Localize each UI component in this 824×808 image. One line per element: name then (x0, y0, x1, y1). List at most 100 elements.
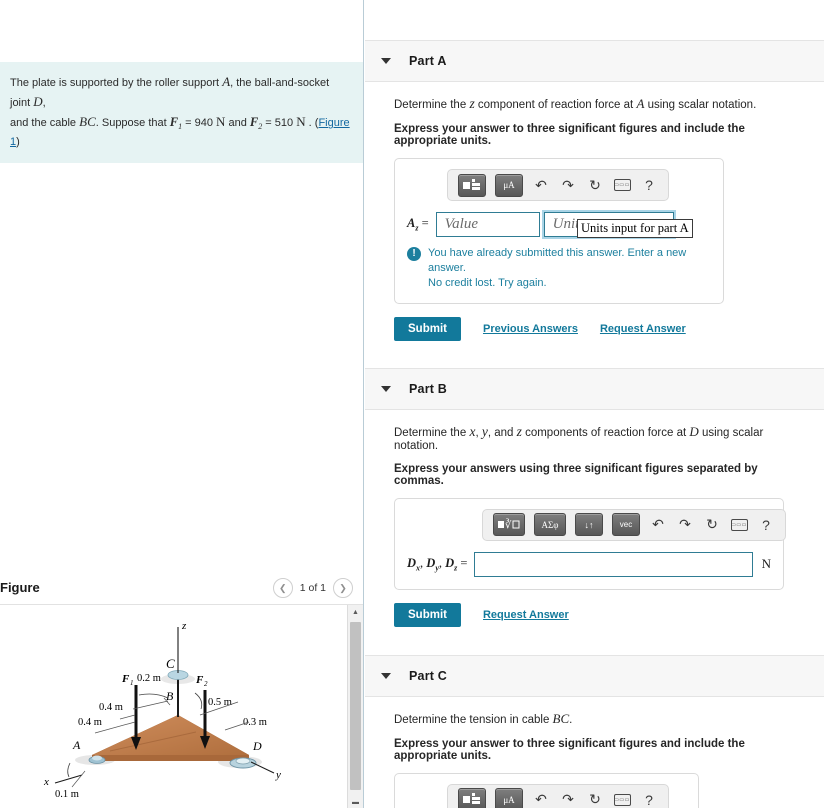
variable-F1: F (169, 115, 179, 130)
figure-scrollbar[interactable]: ▲ ▬ (347, 605, 363, 808)
dim-0-1-m: 0.1 m (55, 789, 79, 800)
keyboard-icon[interactable]: ▭▭▭ (613, 175, 631, 195)
axis-label-x: x (43, 776, 49, 788)
force-label-F2-sub: 2 (204, 680, 208, 688)
figure-navigation: ❮ 1 of 1 ❯ (272, 578, 353, 598)
part-b-header[interactable]: Part B (365, 367, 824, 410)
feedback-line-1: You have already submitted this answer. … (428, 247, 687, 274)
part-a-header[interactable]: Part A (365, 40, 824, 82)
part-a-feedback: ! You have already submitted this answer… (407, 246, 711, 291)
help-label: ? (645, 791, 653, 808)
units-key-label: μA (503, 794, 515, 805)
redo-arrow-icon[interactable]: ↷ (676, 515, 694, 535)
force-label-F1-sub: 1 (130, 679, 134, 687)
part-b-toolbar: ∛ ΑΣφ ↓↑ vec ↶ ↷ ↻ ▭▭▭ ? (482, 508, 786, 541)
prompt-post-text: using scalar notation. (644, 99, 757, 111)
figure-next-button[interactable]: ❯ (333, 578, 353, 598)
axis-label-z: z (181, 620, 187, 632)
problem-text-line1-c: , (42, 97, 46, 110)
part-c-header[interactable]: Part C (365, 654, 824, 697)
caret-down-icon[interactable] (381, 385, 391, 392)
answer-symbol-Dy: D (426, 555, 436, 570)
template-key-icon[interactable] (458, 173, 486, 197)
part-c-instruction: Express your answer to three significant… (394, 737, 745, 762)
units-input-tooltip: Units input for part A (577, 219, 693, 238)
reset-circle-icon[interactable]: ↻ (703, 515, 721, 535)
part-a-previous-answers-link[interactable]: Previous Answers (483, 323, 578, 335)
close-paren: ) (16, 135, 20, 148)
variable-A: A (222, 74, 231, 89)
dim-0-5-m: 0.5 m (208, 697, 232, 708)
keyboard-icon[interactable]: ▭▭▭ (613, 790, 631, 808)
svg-text:∛: ∛ (505, 519, 512, 531)
conjunction-and: and (225, 117, 250, 130)
undo-arrow-icon[interactable]: ↶ (532, 175, 550, 195)
variable-BC: BC (79, 114, 96, 130)
answer-symbol-Dx: D (407, 555, 417, 570)
undo-arrow-icon[interactable]: ↶ (649, 515, 667, 535)
vector-key-icon[interactable]: vec (612, 513, 640, 537)
part-a-value-input[interactable] (435, 212, 540, 237)
scrollbar-thumb[interactable] (350, 622, 361, 790)
problem-text-line2-a: and the cable (10, 117, 80, 130)
free-body-diagram: z C x y F 1 F 2 B A D 0.2 m 0.4 m 0.4 m … (43, 620, 281, 800)
force-label-F2: F (195, 674, 204, 686)
math-template-key-icon[interactable]: ∛ (493, 513, 525, 537)
unit-newton-2: N (296, 114, 306, 130)
part-a-toolbar: μA ↶ ↷ ↻ ▭▭▭ ? (447, 169, 669, 201)
force-label-F1: F (121, 673, 130, 685)
prompt-mid-text: component of reaction force at (474, 99, 637, 111)
part-c-prompt: Determine the tension in cable BC. (394, 711, 808, 727)
prompt-pre-text: Determine the (394, 99, 470, 111)
part-b-answer-input[interactable] (474, 551, 753, 577)
units-key-icon[interactable]: μA (495, 173, 523, 197)
redo-arrow-icon[interactable]: ↷ (559, 790, 577, 808)
dim-0-4-m-upper: 0.4 m (99, 702, 123, 713)
info-exclamation-icon: ! (407, 247, 421, 261)
part-b-submit-button[interactable]: Submit (394, 602, 461, 627)
part-a-submit-button[interactable]: Submit (394, 316, 461, 341)
keyboard-icon[interactable]: ▭▭▭ (730, 515, 748, 535)
help-question-icon[interactable]: ? (640, 175, 658, 195)
part-a-request-answer-link[interactable]: Request Answer (600, 323, 686, 335)
help-question-icon[interactable]: ? (640, 790, 658, 808)
f2-value: = 510 (262, 117, 297, 130)
equals-sign: = (421, 216, 429, 231)
units-key-icon[interactable]: μA (495, 788, 523, 808)
answer-subscript-z: z (454, 563, 458, 573)
part-a-prompt: Determine the z component of reaction fo… (394, 96, 808, 112)
caret-down-icon[interactable] (381, 58, 391, 64)
greek-key-label: ΑΣφ (541, 519, 559, 530)
part-b-prompt: Determine the x, y, and z components of … (394, 424, 808, 452)
arrows-key-icon[interactable]: ↓↑ (575, 513, 603, 537)
variable-F2: F (249, 115, 259, 130)
prompt-var-BC: BC (552, 710, 570, 726)
prompt-and-text: , and (487, 426, 517, 439)
help-question-icon[interactable]: ? (757, 515, 775, 535)
feedback-line-2: No credit lost. Try again. (428, 276, 547, 289)
redo-arrow-icon[interactable]: ↷ (559, 175, 577, 195)
template-key-icon[interactable] (458, 788, 486, 808)
dim-0-2-m: 0.2 m (137, 673, 161, 684)
left-panel: The plate is supported by the roller sup… (0, 0, 364, 808)
reset-circle-icon[interactable]: ↻ (586, 790, 604, 808)
part-b-request-answer-link[interactable]: Request Answer (483, 609, 569, 621)
part-a-feedback-text: You have already submitted this answer. … (428, 246, 711, 291)
f1-value: = 940 (182, 117, 217, 130)
part-a-answer-box: μA ↶ ↷ ↻ ▭▭▭ ? Az = ! Y (394, 158, 724, 304)
punctuation: . ( (305, 117, 319, 130)
figure-prev-button[interactable]: ❮ (272, 578, 293, 598)
part-c-answer-box: μA ↶ ↷ ↻ ▭▭▭ ? TBC = (394, 772, 699, 808)
arrows-key-label: ↓↑ (584, 519, 594, 530)
prompt-pre-text: Determine the tension in cable (394, 713, 553, 726)
caret-down-icon[interactable] (381, 672, 391, 679)
scroll-up-arrow-icon[interactable]: ▲ (348, 605, 363, 619)
undo-arrow-icon[interactable]: ↶ (532, 790, 550, 808)
part-a-body: Determine the z component of reaction fo… (365, 82, 824, 351)
part-b-answer-label: Dx, Dy, Dz = (407, 555, 468, 573)
prompt-tail-text: components of reaction force at (521, 426, 690, 439)
point-label-A: A (72, 738, 81, 752)
reset-circle-icon[interactable]: ↻ (586, 175, 604, 195)
scroll-down-arrow-icon[interactable]: ▬ (348, 795, 363, 808)
greek-letters-key-icon[interactable]: ΑΣφ (534, 513, 566, 537)
